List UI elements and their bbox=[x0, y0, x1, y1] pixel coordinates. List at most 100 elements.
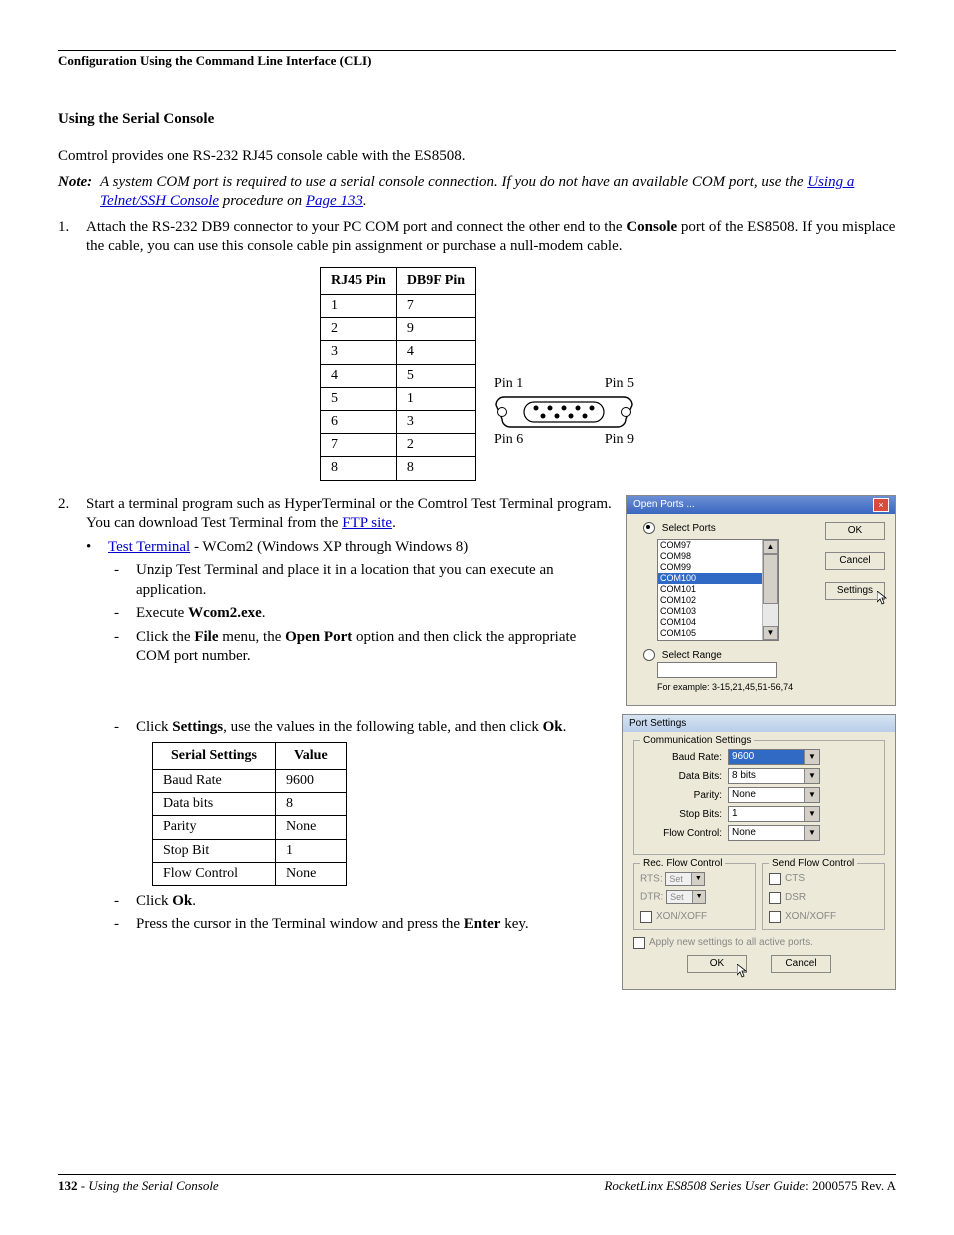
ss-a: Click bbox=[136, 719, 172, 735]
se-c: key. bbox=[500, 916, 528, 932]
se-b: Enter bbox=[464, 916, 501, 932]
ss-d: Ok bbox=[543, 719, 563, 735]
note-mid: procedure on bbox=[219, 193, 306, 209]
scroll-down-icon[interactable]: ▼ bbox=[763, 626, 778, 640]
se-a: Press the cursor in the Terminal window … bbox=[136, 916, 464, 932]
pin-section: RJ45 Pin DB9F Pin 1729344551637288 Pin 1… bbox=[58, 267, 896, 481]
table-cell: Baud Rate bbox=[153, 769, 276, 792]
db9-pin1-label: Pin 1 bbox=[494, 375, 523, 393]
select-ports-label: Select Ports bbox=[662, 523, 716, 534]
table-cell: 1 bbox=[320, 295, 396, 318]
settings-th-value: Value bbox=[275, 742, 346, 769]
listbox-scrollbar[interactable]: ▲ ▼ bbox=[762, 540, 778, 640]
ok-button[interactable]: OK bbox=[825, 522, 885, 540]
ps-ok-button[interactable]: OK bbox=[687, 955, 747, 973]
select-range-radio[interactable] bbox=[643, 649, 655, 661]
ps-cancel-button[interactable]: Cancel bbox=[771, 955, 831, 973]
port-settings-titlebar: Port Settings bbox=[623, 715, 895, 732]
step2-d3c: menu, the bbox=[218, 629, 285, 645]
port-settings-dialog: Port Settings Communication Settings Bau… bbox=[622, 714, 896, 990]
combo[interactable]: 1▼ bbox=[728, 806, 820, 822]
table-cell: None bbox=[275, 816, 346, 839]
dsr-row: DSR bbox=[769, 891, 878, 904]
note-block: Note: A system COM port is required to u… bbox=[58, 173, 896, 212]
rec-xon-checkbox[interactable] bbox=[640, 911, 652, 923]
range-input[interactable] bbox=[657, 662, 777, 678]
step-2-number: 2. bbox=[58, 495, 86, 534]
list-item[interactable]: COM98 bbox=[658, 551, 762, 562]
open-ports-title: Open Ports ... bbox=[633, 498, 695, 511]
list-item[interactable]: COM106 bbox=[658, 639, 762, 640]
list-item[interactable]: COM102 bbox=[658, 595, 762, 606]
ss-e: . bbox=[563, 719, 567, 735]
scroll-thumb[interactable] bbox=[763, 554, 778, 604]
combo[interactable]: None▼ bbox=[728, 825, 820, 841]
send-xon-label: XON/XOFF bbox=[785, 911, 836, 922]
combo[interactable]: 8 bits▼ bbox=[728, 768, 820, 784]
section-title: Using the Serial Console bbox=[58, 110, 896, 130]
ftp-site-link[interactable]: FTP site bbox=[342, 515, 392, 531]
open-ports-dialog: Open Ports ... × Select Ports COM97COM98… bbox=[626, 495, 896, 707]
db9-pin5-label: Pin 5 bbox=[605, 375, 634, 393]
select-ports-radio[interactable] bbox=[643, 522, 655, 534]
list-item[interactable]: COM103 bbox=[658, 606, 762, 617]
com-port-listbox[interactable]: COM97COM98COM99COM100COM101COM102COM103C… bbox=[657, 539, 779, 641]
combo-row: Flow Control:None▼ bbox=[644, 825, 874, 841]
table-cell: 8 bbox=[396, 457, 475, 480]
table-cell: 1 bbox=[275, 839, 346, 862]
table-cell: None bbox=[275, 862, 346, 885]
dtr-combo[interactable]: Set▼ bbox=[666, 890, 706, 904]
dash-mark: - bbox=[114, 915, 136, 935]
table-row: 29 bbox=[320, 318, 475, 341]
settings-th-name: Serial Settings bbox=[153, 742, 276, 769]
table-cell: Data bits bbox=[153, 793, 276, 816]
chevron-down-icon: ▼ bbox=[804, 750, 819, 764]
rts-row: RTS: Set▼ bbox=[640, 872, 749, 886]
close-icon[interactable]: × bbox=[873, 498, 889, 512]
list-item[interactable]: COM97 bbox=[658, 540, 762, 551]
step-2-body: Start a terminal program such as HyperTe… bbox=[86, 495, 612, 534]
comm-settings-group: Communication Settings Baud Rate:9600▼Da… bbox=[633, 740, 885, 855]
list-item[interactable]: COM99 bbox=[658, 562, 762, 573]
dash-mark: - bbox=[114, 628, 136, 667]
dash-mark: - bbox=[114, 561, 136, 600]
db9-diagram: Pin 1 Pin 5 bbox=[494, 375, 634, 449]
send-xon-checkbox[interactable] bbox=[769, 911, 781, 923]
chevron-down-icon: ▼ bbox=[804, 807, 819, 821]
dash-click-settings: - Click Settings, use the values in the … bbox=[114, 718, 608, 738]
running-header: Configuration Using the Command Line Int… bbox=[58, 53, 896, 70]
combo[interactable]: 9600▼ bbox=[728, 749, 820, 765]
send-flow-title: Send Flow Control bbox=[769, 857, 857, 870]
table-cell: Stop Bit bbox=[153, 839, 276, 862]
table-cell: 2 bbox=[320, 318, 396, 341]
table-row: 34 bbox=[320, 341, 475, 364]
cts-checkbox[interactable] bbox=[769, 873, 781, 885]
list-item[interactable]: COM104 bbox=[658, 617, 762, 628]
list-item[interactable]: COM101 bbox=[658, 584, 762, 595]
step2-d3d: Open Port bbox=[285, 629, 352, 645]
combo[interactable]: None▼ bbox=[728, 787, 820, 803]
dash-file-menu: - Click the File menu, the Open Port opt… bbox=[114, 628, 612, 667]
scroll-up-icon[interactable]: ▲ bbox=[763, 540, 778, 554]
pin-table: RJ45 Pin DB9F Pin 1729344551637288 bbox=[320, 267, 476, 481]
table-cell: 7 bbox=[320, 434, 396, 457]
test-terminal-link[interactable]: Test Terminal bbox=[108, 539, 190, 555]
rts-combo[interactable]: Set▼ bbox=[665, 872, 705, 886]
db9-pin9-label: Pin 9 bbox=[605, 431, 634, 449]
dsr-checkbox[interactable] bbox=[769, 892, 781, 904]
apply-all-checkbox[interactable] bbox=[633, 937, 645, 949]
footer-dash: - bbox=[78, 1178, 89, 1193]
dash-mark: - bbox=[114, 604, 136, 624]
combo-value: None bbox=[729, 788, 804, 802]
dsr-label: DSR bbox=[785, 892, 806, 903]
list-item[interactable]: COM105 bbox=[658, 628, 762, 639]
so-a: Click bbox=[136, 893, 172, 909]
cancel-button[interactable]: Cancel bbox=[825, 552, 885, 570]
list-item[interactable]: COM100 bbox=[658, 573, 762, 584]
note-link-page[interactable]: Page 133 bbox=[306, 193, 363, 209]
step-2: 2. Start a terminal program such as Hype… bbox=[58, 495, 612, 534]
footer-guide-title: RocketLinx ES8508 Series User Guide bbox=[604, 1178, 805, 1193]
cursor-icon bbox=[737, 964, 748, 980]
settings-button[interactable]: Settings bbox=[825, 582, 885, 600]
page-number: 132 bbox=[58, 1178, 78, 1193]
